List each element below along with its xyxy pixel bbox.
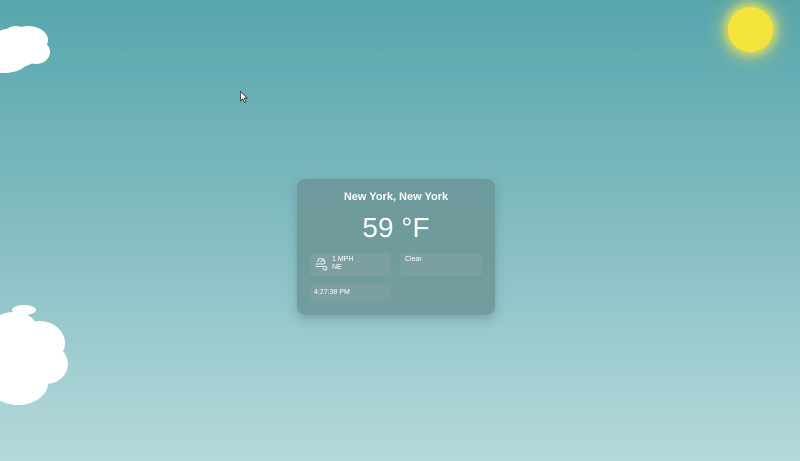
location-title: New York, New York [343, 191, 449, 203]
current-time: 4:27:38 PM [314, 289, 350, 296]
wind-icon [315, 258, 328, 271]
condition-tile: Clear [400, 253, 482, 276]
wind-tile: 1 MPH NE [310, 253, 391, 276]
mouse-cursor-icon [240, 91, 248, 103]
wind-speed: 1 MPH [332, 256, 354, 263]
temperature-value: 59 °F [362, 212, 430, 243]
condition-text: Clear [405, 256, 422, 263]
cloud-icon [0, 305, 68, 405]
time-tile: 4:27:38 PM [310, 285, 391, 301]
wind-direction: NE [332, 264, 342, 271]
sun-icon [728, 7, 773, 52]
weather-card: New York, New York 59 °F 1 MPH NE Clear … [297, 179, 495, 315]
cloud-icon [0, 26, 50, 73]
